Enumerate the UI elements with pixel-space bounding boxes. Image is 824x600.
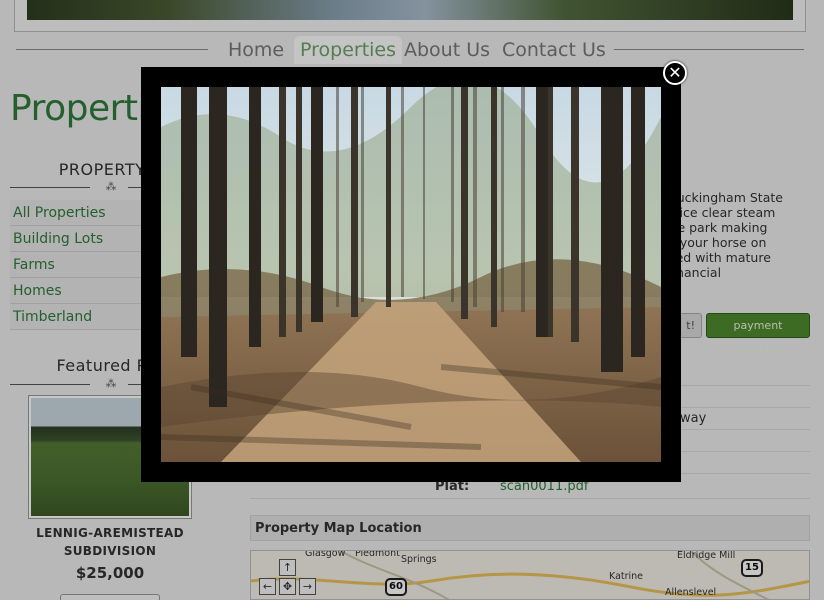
lightbox (141, 67, 681, 482)
lightbox-photo-forest-trail (161, 87, 661, 462)
close-icon[interactable]: ✕ (663, 61, 687, 85)
forest-trail-image (161, 87, 661, 462)
